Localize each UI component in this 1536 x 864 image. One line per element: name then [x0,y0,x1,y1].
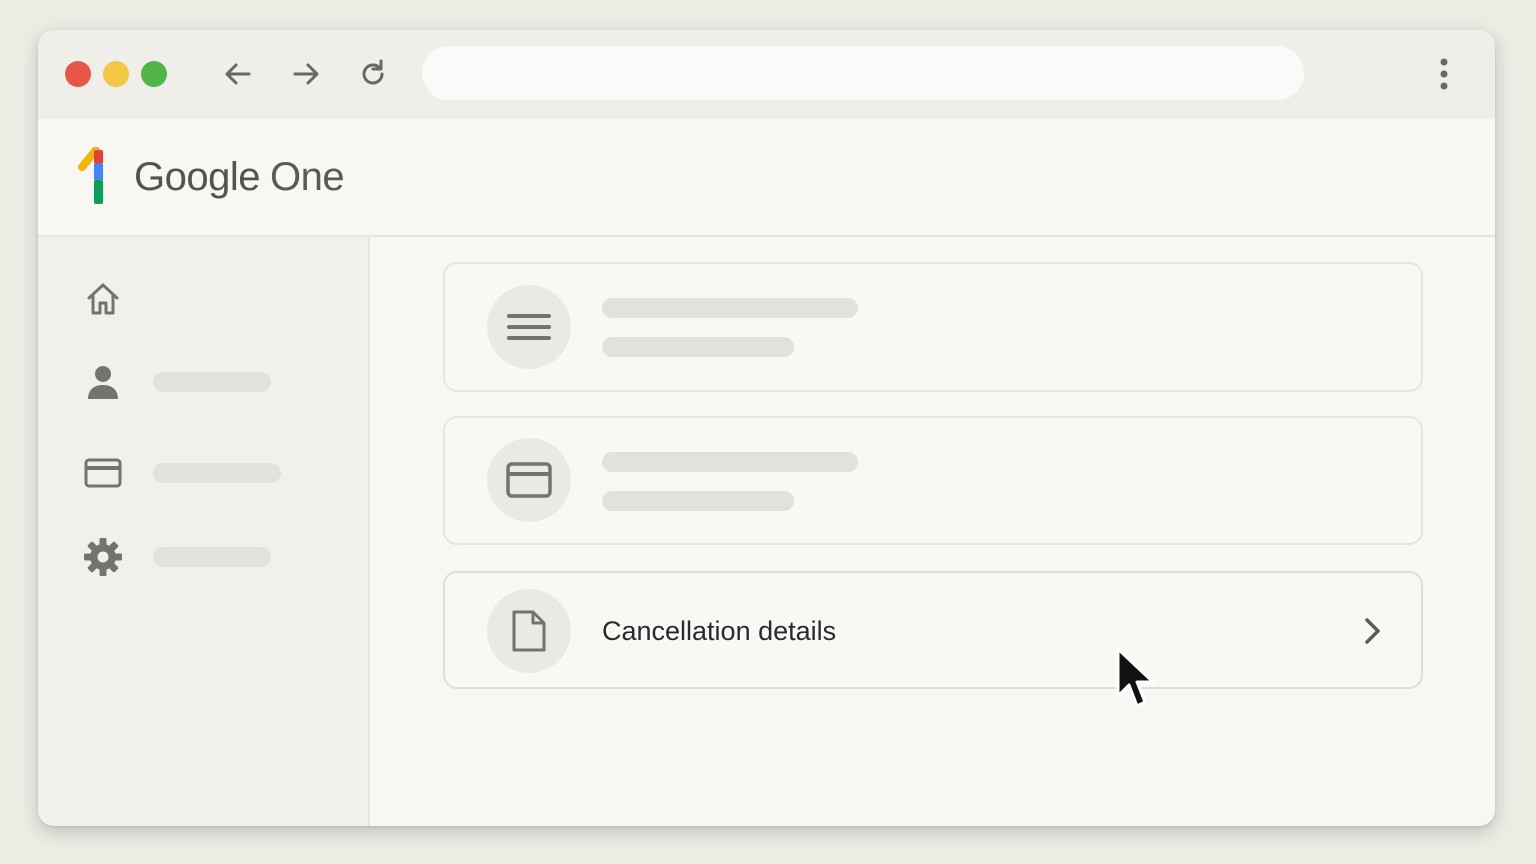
menu-lines-icon [507,314,551,340]
card-icon-circle [487,589,571,673]
document-icon [512,610,546,652]
google-one-logo-icon [78,147,103,204]
browser-toolbar [38,30,1495,119]
sidebar-item-account[interactable] [78,357,348,407]
browser-menu-button[interactable] [1428,54,1460,94]
home-icon [78,274,128,324]
card-subtitle-placeholder [602,337,794,357]
back-button[interactable] [218,54,258,94]
sidebar [38,237,370,826]
cancellation-details-label: Cancellation details [602,616,837,646]
product-name: One [269,155,345,199]
sidebar-item-home[interactable] [78,274,348,324]
sidebar-label-placeholder [153,372,271,392]
app-header: Google One [38,119,1495,237]
forward-button[interactable] [286,54,326,94]
card-subtitle-placeholder [602,491,794,511]
kebab-menu-icon [1440,58,1448,90]
sidebar-label-placeholder [153,547,271,567]
close-window-button[interactable] [65,61,91,87]
address-bar[interactable] [422,46,1304,100]
credit-card-icon [506,462,552,498]
minimize-window-button[interactable] [103,61,129,87]
arrow-right-icon [293,63,319,85]
mouse-cursor-icon [1116,647,1155,708]
card-icon-circle [487,438,571,522]
sidebar-label-placeholder [153,463,281,483]
reload-button[interactable] [353,54,393,94]
chevron-right-icon [1357,613,1387,649]
brand-wordmark[interactable]: Google One [134,152,345,202]
credit-card-icon [78,448,128,498]
browser-window: Google One Cancellation details [38,30,1495,826]
person-icon [78,357,128,407]
reload-icon [362,59,384,85]
card-title-placeholder [602,452,858,472]
sidebar-item-payments[interactable] [78,448,348,498]
card-icon-circle [487,285,571,369]
list-item[interactable] [443,262,1423,392]
list-item[interactable] [443,416,1423,545]
maximize-window-button[interactable] [141,61,167,87]
brand-name: Google [134,155,260,199]
card-title-placeholder [602,298,858,318]
gear-icon [78,532,128,582]
sidebar-item-settings[interactable] [78,532,348,582]
arrow-left-icon [225,63,251,85]
cancellation-details-link[interactable]: Cancellation details [443,571,1423,689]
